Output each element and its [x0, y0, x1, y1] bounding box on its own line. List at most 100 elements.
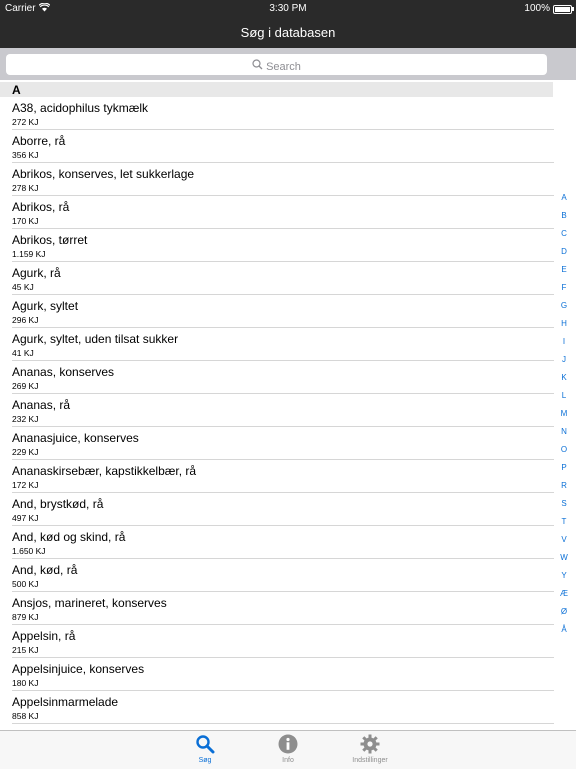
- list-item[interactable]: Aborre, rå 356 KJ: [0, 130, 554, 163]
- energy-value: 500 KJ: [12, 579, 39, 589]
- index-letter[interactable]: I: [556, 338, 572, 356]
- gear-icon: [360, 734, 380, 754]
- list-item[interactable]: Ansjos, marineret, konserves 879 KJ: [0, 592, 554, 625]
- food-name: A38, acidophilus tykmælk: [12, 101, 149, 115]
- search-icon: [195, 734, 215, 754]
- food-name: Ananas, konserves: [12, 365, 115, 379]
- index-letter[interactable]: D: [556, 248, 572, 266]
- list-item[interactable]: Abrikos, rå 170 KJ: [0, 196, 554, 229]
- list-item[interactable]: Ananas, rå 232 KJ: [0, 394, 554, 427]
- food-name: Ananas, rå: [12, 398, 71, 412]
- list-item[interactable]: Appelsinmarmelade 858 KJ: [0, 691, 554, 724]
- tab-info[interactable]: Info: [253, 731, 323, 769]
- navigation-bar: Søg i databasen: [0, 18, 576, 48]
- index-letter[interactable]: L: [556, 392, 572, 410]
- tab-bar: Søg Info Indstillinger: [0, 730, 576, 769]
- index-letter[interactable]: C: [556, 230, 572, 248]
- clock: 3:30 PM: [269, 3, 307, 14]
- energy-value: 1.159 KJ: [12, 249, 46, 259]
- index-letter[interactable]: S: [556, 500, 572, 518]
- index-letter[interactable]: M: [556, 410, 572, 428]
- battery-icon: [553, 5, 572, 14]
- list-item[interactable]: Abrikos, tørret 1.159 KJ: [0, 229, 554, 262]
- energy-value: 269 KJ: [12, 381, 39, 391]
- food-list[interactable]: A38, acidophilus tykmælk 272 KJ Aborre, rå…: [0, 97, 554, 730]
- energy-value: 232 KJ: [12, 414, 39, 424]
- food-name: Abrikos, konserves, let sukkerlage: [12, 167, 195, 181]
- search-placeholder: Search: [266, 60, 301, 73]
- list-item[interactable]: Abrikos, konserves, let sukkerlage 278 KJ: [0, 163, 554, 196]
- info-icon: [278, 734, 298, 754]
- alphabet-index[interactable]: ABCDEFGHIJKLMNOPRSTVWYÆØÅ: [556, 194, 572, 644]
- index-letter[interactable]: B: [556, 212, 572, 230]
- list-item[interactable]: And, kød, rå 500 KJ: [0, 559, 554, 592]
- index-letter[interactable]: O: [556, 446, 572, 464]
- search-input[interactable]: Search: [6, 54, 547, 75]
- energy-value: 296 KJ: [12, 315, 39, 325]
- food-name: And, kød og skind, rå: [12, 530, 126, 544]
- index-letter[interactable]: Ø: [556, 608, 572, 626]
- status-bar: Carrier 3:30 PM 100%: [0, 0, 576, 18]
- food-name: Agurk, syltet: [12, 299, 79, 313]
- list-item[interactable]: Ananasjuice, konserves 229 KJ: [0, 427, 554, 460]
- tab-settings[interactable]: Indstillinger: [335, 731, 405, 769]
- list-item[interactable]: Agurk, syltet, uden tilsat sukker 41 KJ: [0, 328, 554, 361]
- food-name: Aborre, rå: [12, 134, 66, 148]
- list-item[interactable]: Agurk, syltet 296 KJ: [0, 295, 554, 328]
- food-name: Agurk, rå: [12, 266, 61, 280]
- food-name: And, brystkød, rå: [12, 497, 104, 511]
- list-item[interactable]: Ananas, konserves 269 KJ: [0, 361, 554, 394]
- index-letter[interactable]: N: [556, 428, 572, 446]
- food-name: Ansjos, marineret, konserves: [12, 596, 167, 610]
- food-name: Appelsinmarmelade: [12, 695, 119, 709]
- index-letter[interactable]: W: [556, 554, 572, 572]
- energy-value: 180 KJ: [12, 678, 39, 688]
- index-letter[interactable]: J: [556, 356, 572, 374]
- energy-value: 278 KJ: [12, 183, 39, 193]
- energy-value: 229 KJ: [12, 447, 39, 457]
- food-name: Appelsinjuice, konserves: [12, 662, 145, 676]
- tab-search-label: Søg: [198, 757, 212, 764]
- list-item[interactable]: And, brystkød, rå 497 KJ: [0, 493, 554, 526]
- food-name: Ananaskirsebær, kapstikkelbær, rå: [12, 464, 197, 478]
- list-item[interactable]: And, kød og skind, rå 1.650 KJ: [0, 526, 554, 559]
- index-letter[interactable]: V: [556, 536, 572, 554]
- search-bar: Search: [0, 48, 576, 80]
- list-item[interactable]: A38, acidophilus tykmælk 272 KJ: [0, 97, 554, 130]
- index-letter[interactable]: K: [556, 374, 572, 392]
- food-name: Appelsin, rå: [12, 629, 76, 643]
- list-item[interactable]: Ananaskirsebær, kapstikkelbær, rå 172 KJ: [0, 460, 554, 493]
- index-letter[interactable]: H: [556, 320, 572, 338]
- index-letter[interactable]: F: [556, 284, 572, 302]
- index-letter[interactable]: T: [556, 518, 572, 536]
- list-item[interactable]: Appelsinjuice, konserves 180 KJ: [0, 658, 554, 691]
- food-name: Abrikos, tørret: [12, 233, 88, 247]
- row-divider: [12, 723, 554, 724]
- energy-value: 215 KJ: [12, 645, 39, 655]
- index-letter[interactable]: A: [556, 194, 572, 212]
- tab-settings-label: Indstillinger: [352, 757, 388, 764]
- index-letter[interactable]: Æ: [556, 590, 572, 608]
- list-item[interactable]: Agurk, rå 45 KJ: [0, 262, 554, 295]
- list-item[interactable]: Appelsin, rå 215 KJ: [0, 625, 554, 658]
- energy-value: 41 KJ: [12, 348, 34, 358]
- energy-value: 1.650 KJ: [12, 546, 46, 556]
- energy-value: 172 KJ: [12, 480, 39, 490]
- search-icon: [252, 57, 263, 75]
- tab-search[interactable]: Søg: [170, 731, 240, 769]
- food-name: And, kød, rå: [12, 563, 78, 577]
- energy-value: 272 KJ: [12, 117, 39, 127]
- index-letter[interactable]: E: [556, 266, 572, 284]
- index-letter[interactable]: P: [556, 464, 572, 482]
- index-letter[interactable]: Å: [556, 626, 572, 644]
- energy-value: 45 KJ: [12, 282, 34, 292]
- index-letter[interactable]: R: [556, 482, 572, 500]
- food-name: Agurk, syltet, uden tilsat sukker: [12, 332, 179, 346]
- index-letter[interactable]: G: [556, 302, 572, 320]
- index-letter[interactable]: Y: [556, 572, 572, 590]
- energy-value: 356 KJ: [12, 150, 39, 160]
- energy-value: 497 KJ: [12, 513, 39, 523]
- page-title: Søg i databasen: [240, 25, 336, 40]
- battery-tip-icon: [572, 7, 574, 11]
- battery-percentage: 100%: [524, 3, 550, 14]
